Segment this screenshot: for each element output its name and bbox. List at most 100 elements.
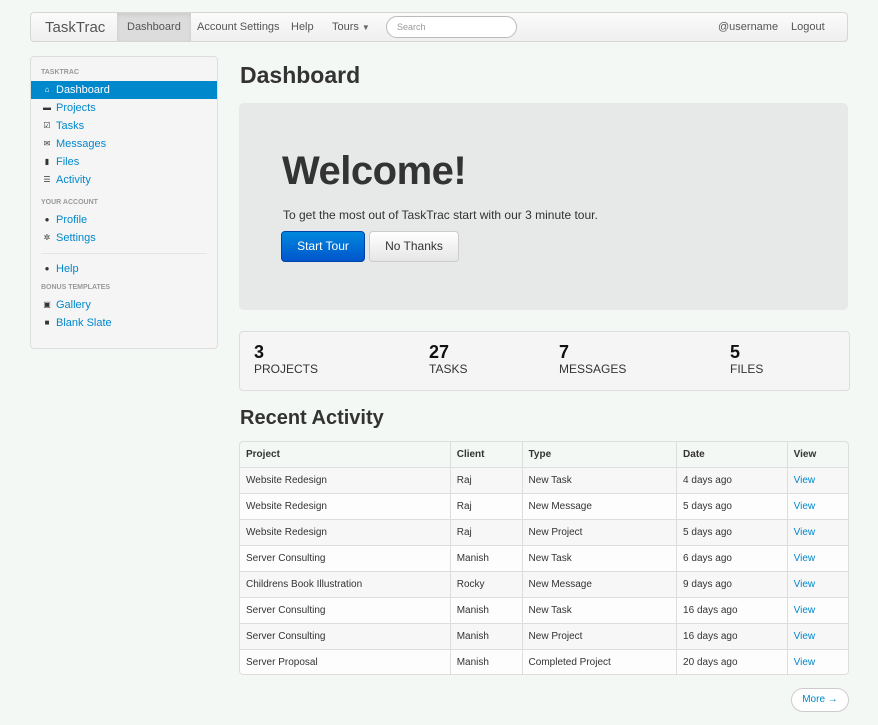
sidebar-item-dashboard[interactable]: ⌂ Dashboard	[31, 81, 217, 99]
view-link[interactable]: View	[794, 631, 816, 642]
info-icon: ●	[44, 264, 50, 273]
sidebar: TASKTRAC ⌂ Dashboard ▬ Projects ☑ Tasks ✉ Me…	[30, 56, 218, 349]
table-cell: 6 days ago	[676, 544, 788, 571]
view-link[interactable]: View	[794, 475, 816, 486]
search-input[interactable]: Search	[386, 16, 517, 38]
sidebar-item-profile[interactable]: ● Profile	[31, 211, 217, 229]
sidebar-item-label: Help	[56, 263, 79, 275]
sidebar-item-settings[interactable]: ✲ Settings	[31, 229, 217, 247]
sidebar-item-gallery[interactable]: ▣ Gallery	[31, 296, 217, 314]
sidebar-item-label: Blank Slate	[56, 317, 112, 329]
table-cell: Manish	[449, 544, 523, 571]
user-icon: ●	[44, 215, 50, 224]
table-cell: 5 days ago	[676, 518, 788, 545]
table-header-row: Project Client Type Date View	[240, 442, 848, 467]
recent-activity-title: Recent Activity	[240, 407, 384, 429]
sidebar-item-help[interactable]: ● Help	[31, 260, 217, 278]
stat-value: 3	[254, 342, 265, 362]
sidebar-item-label: Dashboard	[56, 84, 110, 96]
table-cell: Raj	[449, 466, 523, 493]
view-link[interactable]: View	[794, 553, 816, 564]
table-cell: Server Consulting	[240, 596, 451, 623]
no-thanks-button[interactable]: No Thanks	[369, 231, 459, 262]
table-cell: 16 days ago	[676, 622, 788, 649]
table-row: Website Redesign Raj New Project 5 days ago…	[240, 518, 848, 545]
table-row: Childrens Book Illustration Rocky New Mess…	[240, 570, 848, 597]
stat-messages[interactable]: 7 MESSAGES	[559, 342, 626, 376]
nav-tours-label: Tours	[332, 21, 359, 33]
table-cell: Server Proposal	[240, 648, 451, 674]
envelope-icon: ✉	[43, 139, 51, 148]
table-cell: Website Redesign	[240, 466, 451, 493]
table-row: Server Consulting Manish New Project 16 day…	[240, 622, 848, 649]
sidebar-item-label: Tasks	[56, 120, 85, 132]
username-link[interactable]: @username	[718, 13, 778, 41]
table-cell: 4 days ago	[676, 466, 788, 493]
sidebar-item-label: Activity	[56, 174, 91, 186]
brand-logo[interactable]: TaskTrac	[45, 19, 105, 36]
table-row: Server Consulting Manish New Task 6 days ag…	[240, 544, 848, 571]
logout-link[interactable]: Logout	[791, 13, 825, 41]
view-link[interactable]: View	[794, 605, 816, 616]
table-cell: Website Redesign	[240, 492, 451, 519]
sidebar-item-label: Files	[56, 156, 80, 168]
column-header: Client	[449, 442, 523, 467]
sidebar-divider	[41, 253, 207, 254]
hero-text: To get the most out of TaskTrac start wi…	[283, 208, 598, 222]
start-tour-button[interactable]: Start Tour	[281, 231, 365, 262]
stats-bar: 3 PROJECTS 27 TASKS 7 MESSAGES 5 FILES	[239, 331, 850, 391]
table-cell: Manish	[449, 648, 523, 674]
table-row: Server Proposal Manish Completed Project 20…	[240, 648, 848, 674]
picture-icon: ▣	[43, 300, 51, 309]
table-cell: Website Redesign	[240, 518, 451, 545]
view-link[interactable]: View	[794, 527, 816, 538]
stat-label: TASKS	[429, 362, 468, 376]
sidebar-heading: BONUS TEMPLATES	[41, 284, 111, 291]
stat-tasks[interactable]: 27 TASKS	[429, 342, 467, 376]
table-cell: 16 days ago	[676, 596, 788, 623]
stat-projects[interactable]: 3 PROJECTS	[254, 342, 318, 376]
stat-value: 5	[730, 342, 741, 362]
table-cell: 9 days ago	[676, 570, 788, 597]
sidebar-item-messages[interactable]: ✉ Messages	[31, 135, 217, 153]
sidebar-item-label: Profile	[56, 214, 88, 226]
table-cell: View	[786, 570, 848, 597]
sidebar-item-label: Settings	[56, 232, 96, 244]
sidebar-item-files[interactable]: ▮ Files	[31, 153, 217, 171]
column-header: Project	[246, 448, 280, 460]
sidebar-item-activity[interactable]: ☰ Activity	[31, 171, 217, 189]
table-row: Server Consulting Manish New Task 16 days a…	[240, 596, 848, 623]
view-link[interactable]: View	[794, 579, 816, 590]
folder-icon: ▬	[43, 103, 51, 112]
table-cell: New Message	[521, 570, 677, 597]
sidebar-item-tasks[interactable]: ☑ Tasks	[31, 117, 217, 135]
more-button[interactable]: More →	[791, 688, 849, 712]
view-link[interactable]: View	[794, 657, 816, 668]
nav-account-settings[interactable]: Account Settings	[197, 13, 280, 41]
file-icon: ▮	[44, 157, 50, 166]
sidebar-item-blank-slate[interactable]: ■ Blank Slate	[31, 314, 217, 332]
top-navbar: TaskTrac Dashboard Account Settings Help…	[30, 12, 848, 42]
table-cell: New Project	[521, 622, 677, 649]
table-cell: 20 days ago	[676, 648, 788, 674]
sidebar-item-projects[interactable]: ▬ Projects	[31, 99, 217, 117]
table-row: Website Redesign Raj New Task 4 days ago Vie…	[240, 466, 848, 493]
nav-help[interactable]: Help	[291, 13, 314, 41]
stat-label: PROJECTS	[254, 362, 319, 376]
table-cell: Manish	[449, 622, 523, 649]
sidebar-item-label: Messages	[56, 138, 107, 150]
view-link[interactable]: View	[794, 501, 816, 512]
stop-icon: ■	[44, 318, 50, 327]
nav-dashboard[interactable]: Dashboard	[117, 13, 191, 41]
stat-value: 7	[559, 342, 570, 362]
table-cell: View	[786, 622, 848, 649]
nav-tours-dropdown[interactable]: Tours ▼	[332, 13, 370, 41]
table-cell: Server Consulting	[240, 622, 451, 649]
sidebar-item-label: Gallery	[56, 299, 91, 311]
column-header: Date	[676, 442, 788, 467]
page-title: Dashboard	[240, 62, 361, 88]
table-cell: Manish	[449, 596, 523, 623]
stat-value: 27	[429, 342, 450, 362]
table-cell: Childrens Book Illustration	[240, 570, 451, 597]
stat-files[interactable]: 5 FILES	[730, 342, 763, 376]
